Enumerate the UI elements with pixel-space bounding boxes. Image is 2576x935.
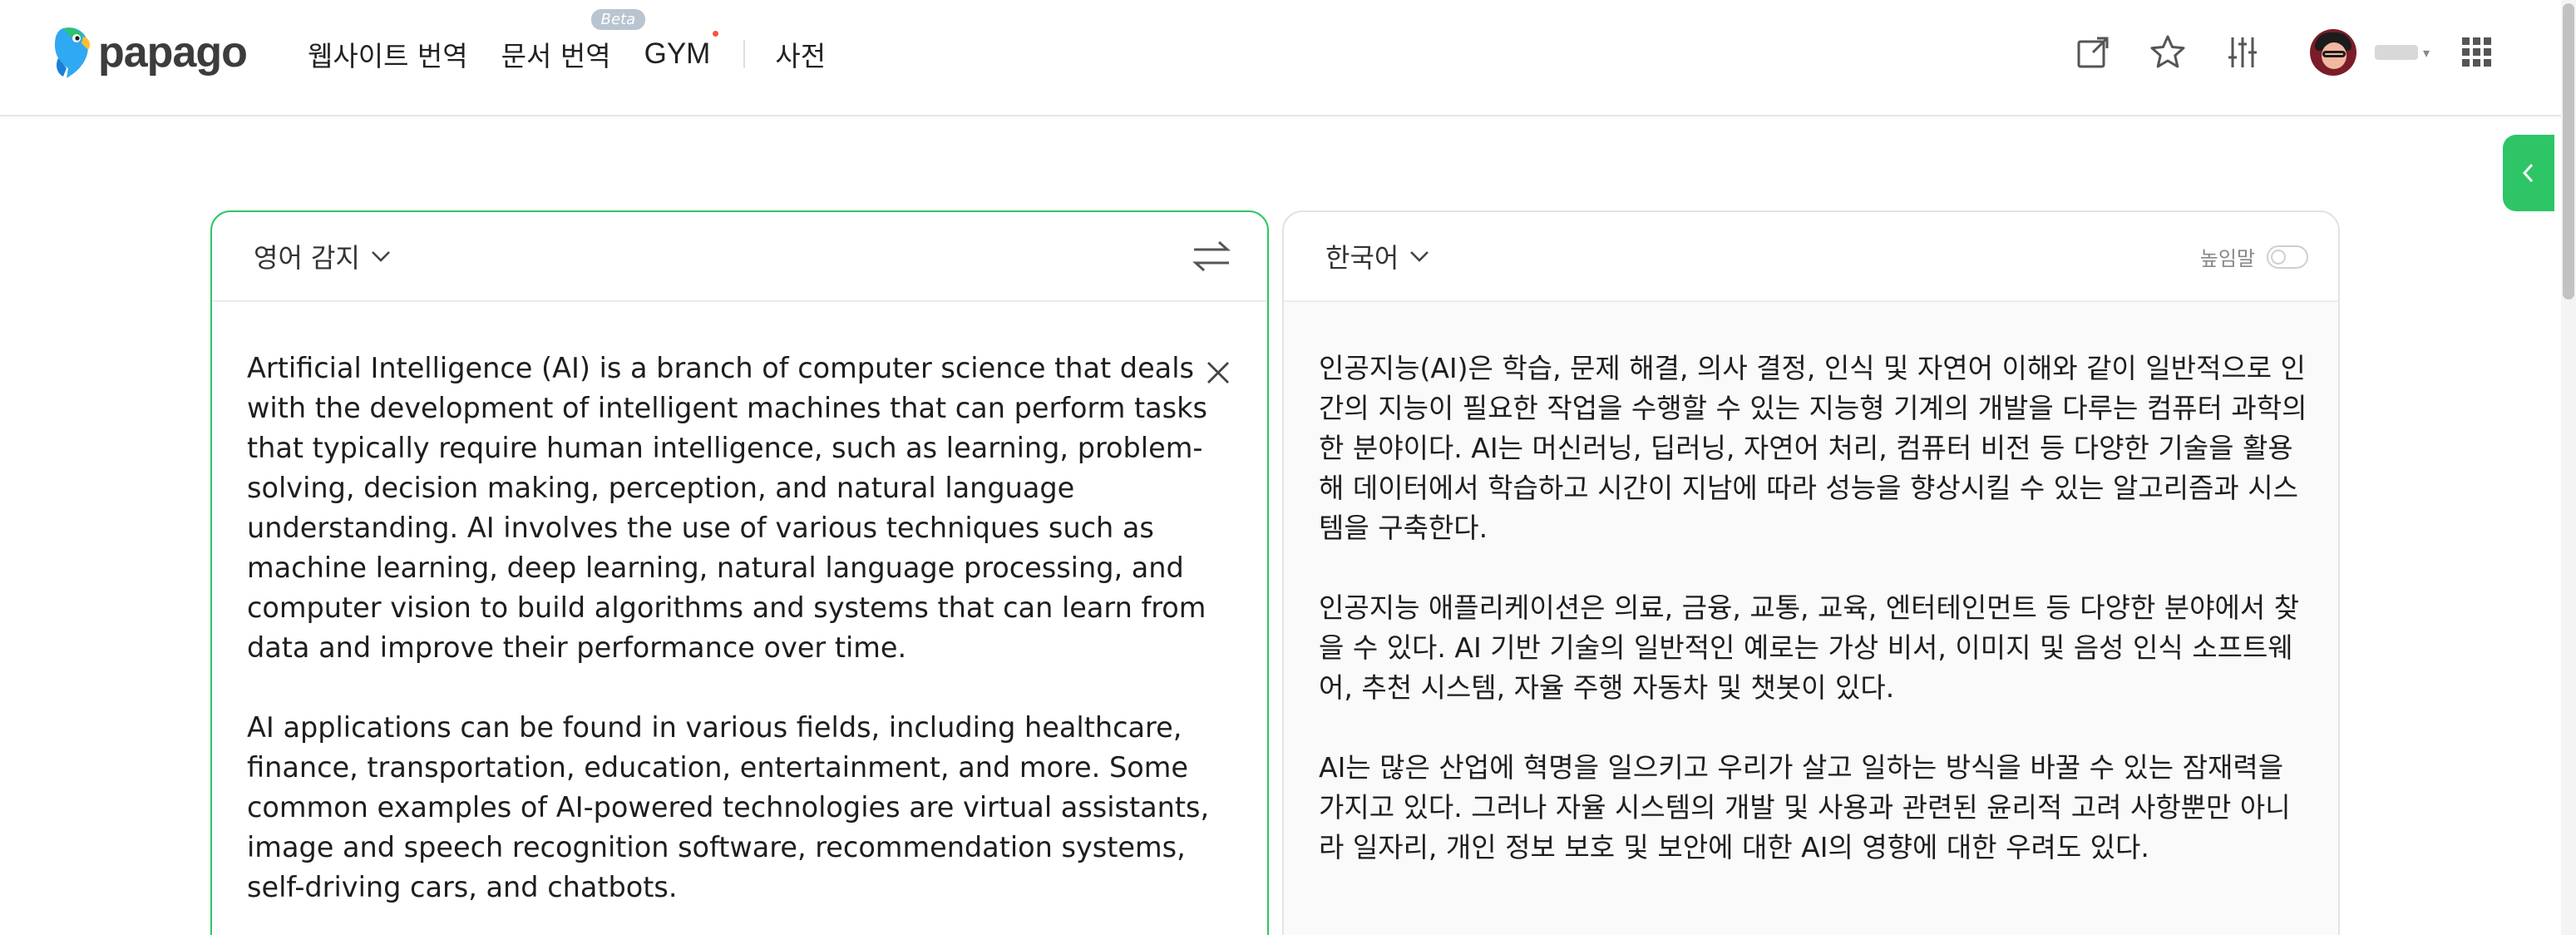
source-text-input[interactable]: Artificial Intelligence (AI) is a branch… bbox=[247, 349, 1220, 935]
target-panel: 한국어 높임말 인공지능(AI)은 학습, 문제 해결, 의사 결정, 인식 및… bbox=[1282, 210, 2340, 935]
source-panel-header: 영어 감지 bbox=[212, 212, 1267, 302]
settings-sliders-icon[interactable] bbox=[2215, 25, 2270, 80]
close-icon bbox=[1207, 362, 1229, 383]
logo-wordmark: papago bbox=[98, 28, 248, 77]
honorific-toggle-group: 높임말 bbox=[2200, 242, 2308, 271]
honorific-label: 높임말 bbox=[2199, 247, 2255, 270]
swap-languages-button[interactable] bbox=[1187, 232, 1236, 280]
nav-website-translation[interactable]: 웹사이트 번역 bbox=[308, 34, 468, 74]
swap-icon bbox=[1192, 240, 1231, 272]
source-panel: 영어 감지 Artificial Intelligence (AI) is a … bbox=[210, 210, 1269, 935]
nav-document-translation-label: 문서 번역 bbox=[501, 40, 611, 72]
user-menu[interactable]: ▾ bbox=[2374, 44, 2430, 61]
chevron-down-icon bbox=[370, 250, 392, 263]
username-redacted bbox=[2374, 45, 2418, 60]
chevron-left-icon bbox=[2522, 163, 2534, 183]
source-language-select[interactable]: 영어 감지 bbox=[254, 237, 392, 275]
target-paragraph: AI는 많은 산업에 혁명을 일으키고 우리가 살고 일하는 방식을 바꿀 수 … bbox=[1319, 751, 2291, 863]
nav-divider bbox=[743, 40, 746, 68]
nav-gym-label: GYM bbox=[644, 37, 711, 70]
star-icon[interactable] bbox=[2140, 25, 2195, 80]
clear-text-button[interactable] bbox=[1199, 354, 1237, 392]
header-toolbar: ▾ bbox=[2046, 25, 2504, 80]
chevron-down-icon: ▾ bbox=[2422, 44, 2430, 61]
target-language-label: 한국어 bbox=[1325, 242, 1399, 274]
nav-dictionary[interactable]: 사전 bbox=[775, 34, 826, 74]
apps-grid-icon[interactable] bbox=[2450, 25, 2504, 80]
user-avatar[interactable] bbox=[2309, 29, 2356, 76]
source-paragraph: AI applications can be found in various … bbox=[247, 711, 1210, 903]
top-header: papago 웹사이트 번역 문서 번역 Beta GYM 사전 ▾ bbox=[0, 0, 2576, 116]
parrot-logo-icon bbox=[55, 27, 90, 78]
scrollbar-thumb[interactable] bbox=[2563, 3, 2574, 299]
honorific-toggle[interactable] bbox=[2267, 245, 2308, 269]
nav-document-translation[interactable]: 문서 번역 Beta bbox=[501, 9, 646, 74]
target-paragraph: 인공지능(AI)은 학습, 문제 해결, 의사 결정, 인식 및 자연어 이해와… bbox=[1319, 352, 2307, 544]
target-panel-header: 한국어 높임말 bbox=[1284, 212, 2338, 302]
translated-text-output: 인공지능(AI)은 학습, 문제 해결, 의사 결정, 인식 및 자연어 이해와… bbox=[1319, 349, 2312, 908]
chevron-down-icon bbox=[1409, 250, 1430, 263]
side-panel-toggle[interactable] bbox=[2503, 135, 2554, 211]
share-icon[interactable] bbox=[2065, 25, 2120, 80]
target-language-select[interactable]: 한국어 bbox=[1325, 237, 1430, 275]
source-paragraph: Artificial Intelligence (AI) is a branch… bbox=[247, 352, 1207, 664]
source-language-label: 영어 감지 bbox=[254, 242, 360, 274]
main-nav: 웹사이트 번역 문서 번역 Beta GYM 사전 bbox=[308, 0, 859, 108]
new-indicator-dot bbox=[713, 31, 719, 37]
nav-gym[interactable]: GYM bbox=[644, 31, 719, 71]
target-paragraph: 인공지능 애플리케이션은 의료, 금융, 교통, 교육, 엔터테인먼트 등 다양… bbox=[1319, 591, 2300, 704]
papago-logo[interactable]: papago bbox=[52, 23, 248, 82]
beta-badge: Beta bbox=[590, 9, 646, 30]
